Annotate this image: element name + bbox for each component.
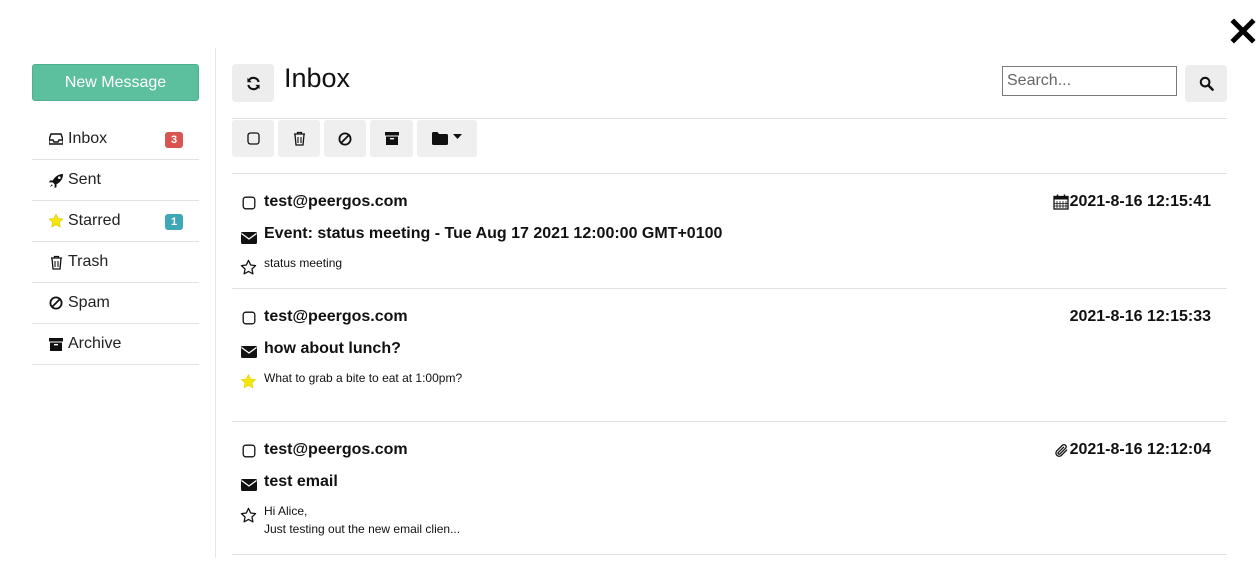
message-date-text: 2021-8-16 12:15:41 [1069,193,1211,210]
message-subject: how about lunch? [264,340,401,357]
trash-icon [293,131,305,146]
sidebar-item-label: Sent [68,171,101,188]
rocket-icon [48,172,64,188]
delete-button[interactable] [278,120,320,157]
caret-down-icon [453,134,462,139]
message-date-text: 2021-8-16 12:15:33 [1069,308,1211,325]
search-input[interactable] [1002,66,1177,96]
refresh-icon [246,76,260,90]
folder-icon [432,132,448,145]
sidebar: New Message Inbox 3 Sent Starred 1 Trash… [32,64,199,365]
star-outline-icon[interactable] [240,507,257,524]
message-subject: test email [264,473,338,490]
message-preview: status meeting [264,256,343,270]
paperclip-icon [1054,443,1067,457]
header-divider [232,118,1227,119]
message-divider [232,554,1227,555]
checkbox-icon[interactable] [242,311,256,325]
ban-icon [338,132,352,145]
unread-count-badge: 3 [165,132,183,148]
star-filled-icon[interactable] [240,373,257,390]
message-preview: Hi Alice, Just testing out the new email… [264,504,461,536]
message-date: 2021-8-16 12:12:04 [1054,441,1211,459]
checkbox-icon[interactable] [242,444,256,458]
envelope-icon [241,346,257,358]
email-app: New Message Inbox 3 Sent Starred 1 Trash… [0,0,1256,575]
move-to-folder-dropdown[interactable] [417,120,477,157]
inbox-icon [48,131,64,147]
message-date: 2021-8-16 12:15:41 [1052,193,1211,211]
sidebar-divider [215,48,216,558]
star-outline-icon[interactable] [240,259,257,276]
mark-spam-button[interactable] [324,120,366,157]
message-preview: What to grab a bite to eat at 1:00pm? [264,371,463,385]
message-row[interactable]: test@peergos.com 2021-8-16 12:15:33 how … [232,289,1227,421]
ban-icon [48,295,64,311]
sidebar-item-starred[interactable]: Starred 1 [32,201,199,242]
sidebar-item-label: Spam [68,294,110,311]
message-row[interactable]: test@peergos.com 2021-8-16 12:15:41 Even… [232,174,1227,288]
archive-icon [48,336,64,352]
message-sender: test@peergos.com [264,308,408,325]
close-icon[interactable] [1230,18,1256,44]
starred-count-badge: 1 [165,214,183,230]
sidebar-item-spam[interactable]: Spam [32,283,199,324]
message-row[interactable]: test@peergos.com 2021-8-16 12:12:04 test… [232,422,1227,554]
sidebar-item-label: Archive [68,335,122,352]
search-button[interactable] [1185,65,1227,102]
message-date-text: 2021-8-16 12:12:04 [1069,441,1211,458]
message-date: 2021-8-16 12:15:33 [1070,308,1211,326]
archive-icon [384,132,399,145]
message-sender: test@peergos.com [264,441,408,458]
trash-icon [48,254,64,270]
envelope-icon [241,232,257,244]
search-icon [1199,76,1214,91]
sidebar-item-sent[interactable]: Sent [32,160,199,201]
sidebar-item-archive[interactable]: Archive [32,324,199,365]
checkbox-icon [246,132,260,145]
sidebar-item-inbox[interactable]: Inbox 3 [32,119,199,160]
refresh-button[interactable] [232,64,274,102]
message-subject: Event: status meeting - Tue Aug 17 2021 … [264,225,723,242]
page-title: Inbox [284,63,351,93]
sidebar-item-label: Trash [68,253,109,270]
star-icon [48,213,64,229]
sidebar-item-trash[interactable]: Trash [32,242,199,283]
calendar-icon [1052,194,1069,210]
archive-button[interactable] [370,120,413,157]
sidebar-item-label: Inbox [68,130,108,147]
new-message-button[interactable]: New Message [32,64,199,101]
sidebar-item-label: Starred [68,212,121,229]
message-sender: test@peergos.com [264,193,408,210]
select-all-button[interactable] [232,120,274,157]
checkbox-icon[interactable] [242,196,256,210]
envelope-icon [241,479,257,491]
folder-list: Inbox 3 Sent Starred 1 Trash Spam Archiv… [32,119,199,365]
